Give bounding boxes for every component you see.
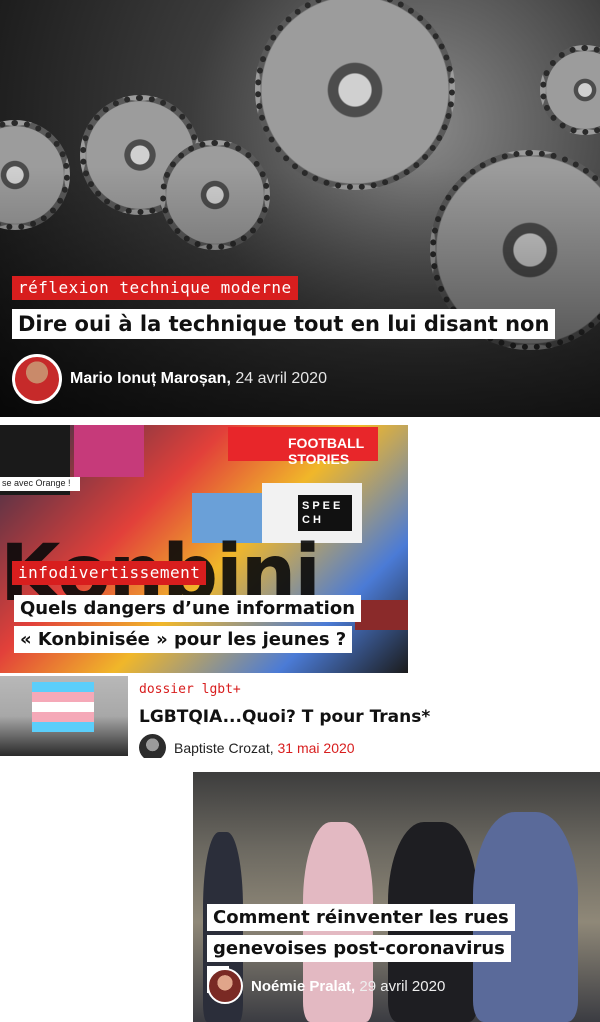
category-tag[interactable]: réflexion technique moderne	[12, 276, 298, 300]
article-title-text: Quels dangers d’une information « Konbin…	[14, 595, 362, 653]
publish-date: 24 avril 2020	[235, 370, 327, 387]
article-card-konbini[interactable]: FOOTBALL STORIES se avec Orange ! SPEECH…	[0, 425, 408, 673]
author-avatar[interactable]	[207, 968, 243, 1004]
article-title-text: Dire oui à la technique tout en lui disa…	[12, 309, 556, 339]
article-card-lgbtqia[interactable]: dossier lgbt+ LGBTQIA...Quoi? T pour Tra…	[0, 676, 600, 758]
category-tag-label: infodivertissement	[12, 561, 207, 585]
byline-text: Mario Ionuț Maroșan, 24 avril 2020	[70, 370, 327, 388]
flag-stripe	[32, 702, 94, 712]
category-tag[interactable]: dossier lgbt+	[139, 682, 241, 697]
author-name[interactable]: Noémie Pralat,	[251, 978, 355, 995]
flag-stripe	[32, 682, 94, 692]
publish-date: 29 avril 2020	[359, 977, 446, 995]
category-tag[interactable]: infodivertissement	[12, 561, 207, 585]
article-title[interactable]: Quels dangers d’une information « Konbin…	[14, 593, 364, 655]
article-card-rues-genevoises[interactable]: Comment réinventer les rues genevoises p…	[193, 772, 600, 1022]
collage-tile	[74, 425, 144, 477]
flag-stripe	[32, 692, 94, 702]
author-name[interactable]: Mario Ionuț Maroșan,	[70, 370, 231, 387]
publish-date: 31 mai 2020	[277, 739, 355, 756]
flag-stripe	[32, 722, 94, 732]
byline: Noémie Pralat, 29 avril 2020	[207, 968, 445, 1004]
article-feed: réflexion technique moderne Dire oui à l…	[0, 0, 600, 1022]
flag-stripe	[32, 712, 94, 722]
article-title[interactable]: Dire oui à la technique tout en lui disa…	[12, 309, 572, 339]
author-name[interactable]: Baptiste Crozat,	[174, 740, 274, 756]
football-stories-tile: FOOTBALL STORIES	[228, 427, 378, 467]
category-tag-label: réflexion technique moderne	[12, 276, 298, 300]
byline-text: Noémie Pralat, 29 avril 2020	[251, 978, 445, 995]
orange-banner: se avec Orange !	[0, 477, 80, 491]
byline-text: Baptiste Crozat, 31 mai 2020	[174, 740, 355, 756]
author-avatar[interactable]	[12, 354, 62, 404]
byline: Mario Ionuț Maroșan, 24 avril 2020	[12, 354, 327, 404]
article-title[interactable]: LGBTQIA...Quoi? T pour Trans*	[139, 707, 430, 727]
author-avatar[interactable]	[139, 734, 166, 758]
byline: Baptiste Crozat, 31 mai 2020	[139, 734, 355, 758]
article-card-technique[interactable]: réflexion technique moderne Dire oui à l…	[0, 0, 600, 417]
speech-logo: SPEECH	[298, 495, 352, 531]
article-thumbnail[interactable]	[0, 676, 128, 756]
